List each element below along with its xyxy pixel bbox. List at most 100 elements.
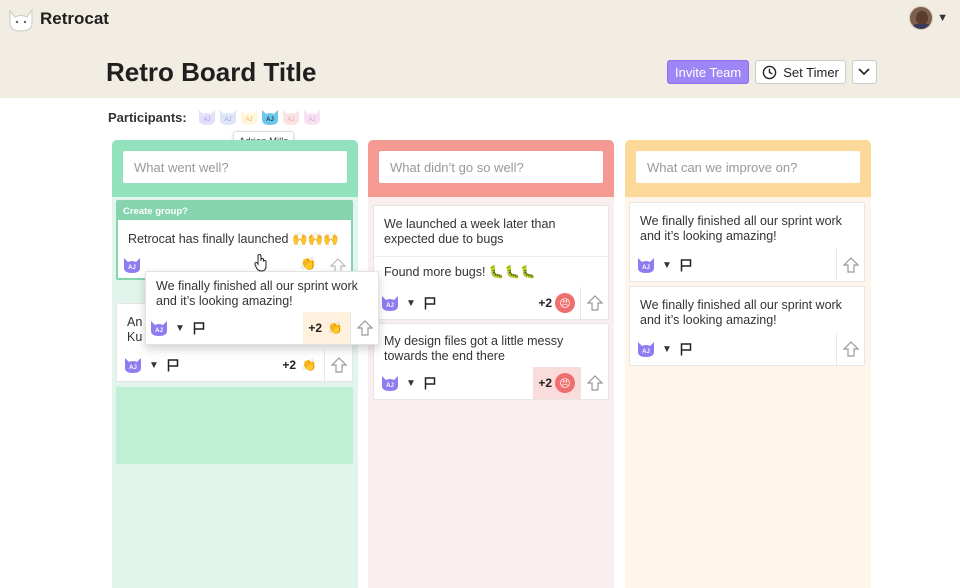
svg-text:AJ: AJ [266, 117, 274, 123]
card-footer: AJ ▼ +2 😠 [374, 367, 608, 399]
chevron-down-icon [858, 68, 870, 76]
participants-bar: Participants: AJ AJ AJ AJ AJ AJ [108, 108, 323, 126]
column-header: What went well? [112, 140, 358, 197]
clap-icon: 👏 [301, 358, 317, 372]
flag-icon[interactable] [424, 376, 436, 390]
upvote-button[interactable] [324, 349, 352, 381]
upvote-button[interactable] [836, 249, 864, 281]
participant-avatar-active[interactable]: AJ [260, 108, 280, 126]
participant-avatar[interactable]: AJ [218, 108, 238, 126]
didnt-go-well-input[interactable]: What didn’t go so well? [379, 151, 603, 183]
card-text: We finally finished all our sprint work … [156, 279, 358, 308]
upvote-arrow-icon [842, 341, 859, 357]
author-avatar[interactable]: AJ [380, 294, 400, 312]
flag-icon[interactable] [680, 258, 692, 272]
upvote-button[interactable] [836, 333, 864, 365]
vote-count: +2 👏 [277, 349, 324, 381]
participant-avatar[interactable]: AJ [197, 108, 217, 126]
create-group-label: Create group? [118, 202, 351, 220]
card-text: We launched a week later than expected d… [384, 217, 556, 246]
chevron-down-icon[interactable]: ▼ [175, 323, 185, 334]
upvote-arrow-icon [330, 357, 347, 373]
vote-count-text: +2 [538, 376, 552, 390]
card-text: My design files got a little messy towar… [384, 334, 564, 363]
drop-placeholder[interactable] [116, 387, 353, 464]
flag-icon[interactable] [193, 321, 205, 335]
card-footer: AJ ▼ [630, 333, 864, 365]
more-options-button[interactable] [851, 60, 877, 84]
author-avatar[interactable]: AJ [636, 256, 656, 274]
svg-text:AJ: AJ [386, 303, 394, 309]
improve-input[interactable]: What can we improve on? [636, 151, 860, 183]
upvote-arrow-icon [356, 320, 373, 336]
upvote-arrow-icon [842, 257, 859, 273]
app-logo[interactable]: Retrocat [6, 5, 109, 33]
chevron-down-icon[interactable]: ▼ [937, 12, 948, 24]
svg-text:AJ: AJ [642, 265, 650, 271]
clap-icon: 👏 [300, 256, 317, 271]
invite-team-button[interactable]: Invite Team [667, 60, 750, 84]
card-footer: AJ ▼ +2 😠 [374, 287, 608, 319]
upvote-button[interactable] [350, 312, 378, 344]
svg-text:AJ: AJ [642, 349, 650, 355]
vote-count-text: +2 [282, 358, 296, 372]
chevron-down-icon[interactable]: ▼ [149, 360, 159, 371]
participants-label: Participants: [108, 109, 187, 125]
participant-avatar[interactable]: AJ [239, 108, 259, 126]
svg-text:AJ: AJ [386, 383, 394, 389]
hand-cursor-icon [254, 254, 267, 272]
chevron-down-icon[interactable]: ▼ [662, 260, 672, 271]
author-avatar[interactable]: AJ [122, 256, 142, 274]
card-footer: AJ ▼ [630, 249, 864, 281]
idea-card[interactable]: My design files got a little messy towar… [373, 323, 609, 400]
card-text: Retrocat has finally launched 🙌🙌🙌 [128, 232, 339, 246]
user-avatar[interactable] [909, 6, 934, 30]
card-footer: AJ ▼ +2 👏 [146, 312, 378, 344]
idea-card[interactable]: We finally finished all our sprint work … [629, 286, 865, 366]
card-footer: AJ ▼ +2 👏 [117, 349, 352, 381]
author-avatar[interactable]: AJ [380, 374, 400, 392]
vote-count: +2 👏 [303, 312, 350, 344]
svg-text:AJ: AJ [308, 117, 315, 123]
upvote-button[interactable] [580, 287, 608, 319]
app-name: Retrocat [40, 9, 109, 28]
author-avatar[interactable]: AJ [149, 319, 169, 337]
participant-avatar[interactable]: AJ [281, 108, 301, 126]
vote-count: +2 😠 [533, 367, 580, 399]
set-timer-button[interactable]: Set Timer [755, 60, 846, 84]
chevron-down-icon[interactable]: ▼ [406, 298, 416, 309]
vote-count-text: +2 [308, 321, 322, 335]
angry-face-icon: 😠 [555, 293, 575, 313]
participant-avatar[interactable]: AJ [302, 108, 322, 126]
grouped-card[interactable]: We launched a week later than expected d… [373, 205, 609, 320]
flag-icon[interactable] [167, 358, 179, 372]
column-header: What didn’t go so well? [368, 140, 614, 197]
flag-icon[interactable] [424, 296, 436, 310]
upvote-button[interactable] [580, 367, 608, 399]
svg-text:AJ: AJ [155, 328, 163, 334]
upvote-arrow-icon [586, 375, 603, 391]
svg-text:AJ: AJ [245, 117, 252, 123]
svg-text:AJ: AJ [287, 117, 294, 123]
column-header: What can we improve on? [625, 140, 871, 197]
went-well-input[interactable]: What went well? [123, 151, 347, 183]
upvote-arrow-icon [586, 295, 603, 311]
chevron-down-icon[interactable]: ▼ [406, 378, 416, 389]
idea-card[interactable]: We finally finished all our sprint work … [629, 202, 865, 282]
flag-icon[interactable] [680, 342, 692, 356]
header-actions: Invite Team Set Timer [667, 60, 877, 84]
user-menu[interactable]: ▼ [909, 6, 948, 30]
chevron-down-icon[interactable]: ▼ [662, 344, 672, 355]
author-avatar[interactable]: AJ [636, 340, 656, 358]
page-title: Retro Board Title [106, 57, 317, 87]
cat-logo-icon [9, 8, 33, 32]
angry-face-icon: 😠 [555, 373, 575, 393]
card-text: We finally finished all our sprint work … [640, 298, 842, 327]
set-timer-label: Set Timer [783, 64, 839, 80]
author-avatar[interactable]: AJ [123, 356, 143, 374]
dragging-card[interactable]: We finally finished all our sprint work … [145, 271, 379, 345]
card-text: We finally finished all our sprint work … [640, 214, 842, 243]
vote-count: +2 😠 [533, 287, 580, 319]
clap-icon: 👏 [327, 321, 343, 335]
vote-count-text: +2 [538, 296, 552, 310]
